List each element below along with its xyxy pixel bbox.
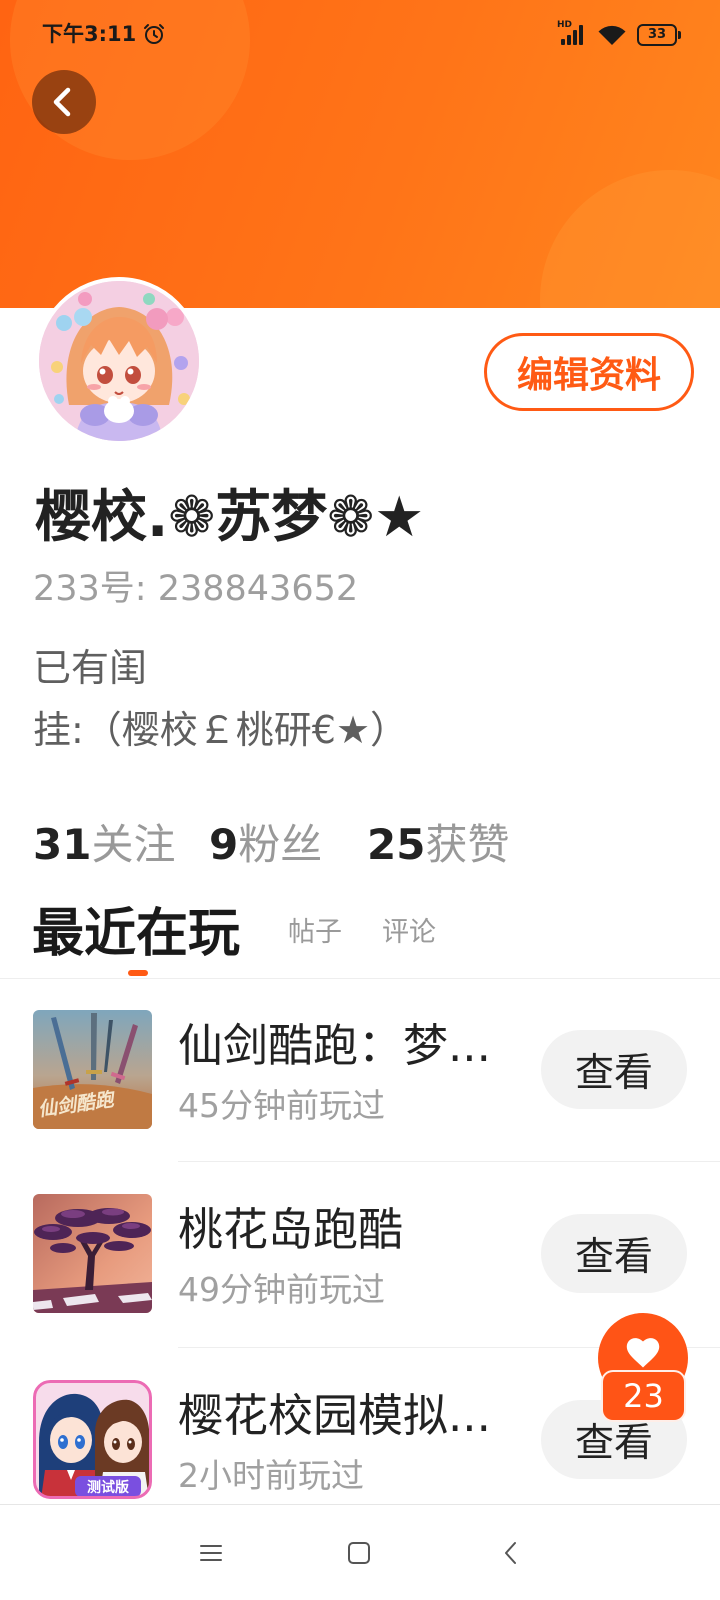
stat-value: 31 [33, 820, 92, 869]
system-nav-bar [0, 1504, 720, 1600]
stat-label: 关注 [91, 820, 176, 869]
game-icon [33, 1194, 152, 1313]
battery-terminal [678, 31, 681, 39]
game-icon-lettering: 测试版 [87, 1479, 129, 1496]
tab-comments[interactable]: 评论 [382, 916, 436, 950]
game-icon: 仙剑酷跑 [33, 1010, 152, 1129]
active-tab-indicator [128, 970, 148, 976]
cellular-signal-icon [558, 24, 586, 46]
bio-line: 挂:（樱校￡桃研€★） [33, 708, 409, 752]
bio-line: 已有闺 [33, 646, 148, 690]
stat-label: 获赞 [425, 820, 510, 869]
profile-name: 樱校.❁苏梦❁★ [35, 485, 425, 550]
battery-level: 33 [647, 27, 667, 42]
game-title: 桃花岛跑酷 [178, 1203, 404, 1256]
like-count-badge: 23 [601, 1370, 686, 1422]
wifi-icon [597, 24, 627, 46]
avatar[interactable] [35, 277, 203, 445]
stat-value: 9 [209, 820, 239, 869]
last-played-time: 45分钟前玩过 [178, 1086, 385, 1125]
stat-likes[interactable]: 25获赞 [367, 818, 509, 872]
banner-decoration [540, 170, 720, 308]
stat-following[interactable]: 31关注 [33, 818, 175, 872]
stat-label: 粉丝 [238, 820, 323, 869]
stat-followers[interactable]: 9粉丝 [209, 818, 322, 872]
status-time: 下午3:11 [42, 22, 137, 46]
tab-recent-games[interactable]: 最近在玩 [32, 903, 240, 965]
last-played-time: 2小时前玩过 [178, 1456, 364, 1495]
menu-icon[interactable] [198, 1540, 224, 1566]
chevron-left-icon [53, 87, 71, 117]
game-title: 樱花校园模拟... [178, 1389, 491, 1442]
alarm-clock-icon [142, 22, 166, 46]
game-icon: 测试版 [33, 1380, 152, 1499]
user-id: 233号: 238843652 [33, 569, 359, 609]
list-item[interactable]: 桃花岛跑酷 49分钟前玩过 查看 [0, 1194, 720, 1344]
list-item[interactable]: 仙剑酷跑 仙剑酷跑：梦... 45分钟前玩过 查看 [0, 1010, 720, 1160]
avatar-image [39, 281, 199, 441]
view-button[interactable]: 查看 [541, 1214, 687, 1293]
back-chevron-icon[interactable] [498, 1540, 524, 1566]
home-square-icon[interactable] [346, 1540, 372, 1566]
tab-posts[interactable]: 帖子 [288, 916, 342, 950]
view-button[interactable]: 查看 [541, 1030, 687, 1109]
game-title: 仙剑酷跑：梦... [178, 1019, 491, 1072]
battery-icon: 33 [637, 24, 677, 46]
back-button[interactable] [32, 70, 96, 134]
last-played-time: 49分钟前玩过 [178, 1270, 385, 1309]
edit-profile-button[interactable]: 编辑资料 [484, 333, 694, 411]
stat-value: 25 [367, 820, 426, 869]
divider [178, 1161, 720, 1162]
divider [0, 978, 720, 979]
heart-icon [624, 1335, 662, 1369]
profile-screen: 下午3:11 HD 33 编辑资料 樱校.❁苏梦❁★ 233号: 2388436… [0, 0, 720, 1600]
